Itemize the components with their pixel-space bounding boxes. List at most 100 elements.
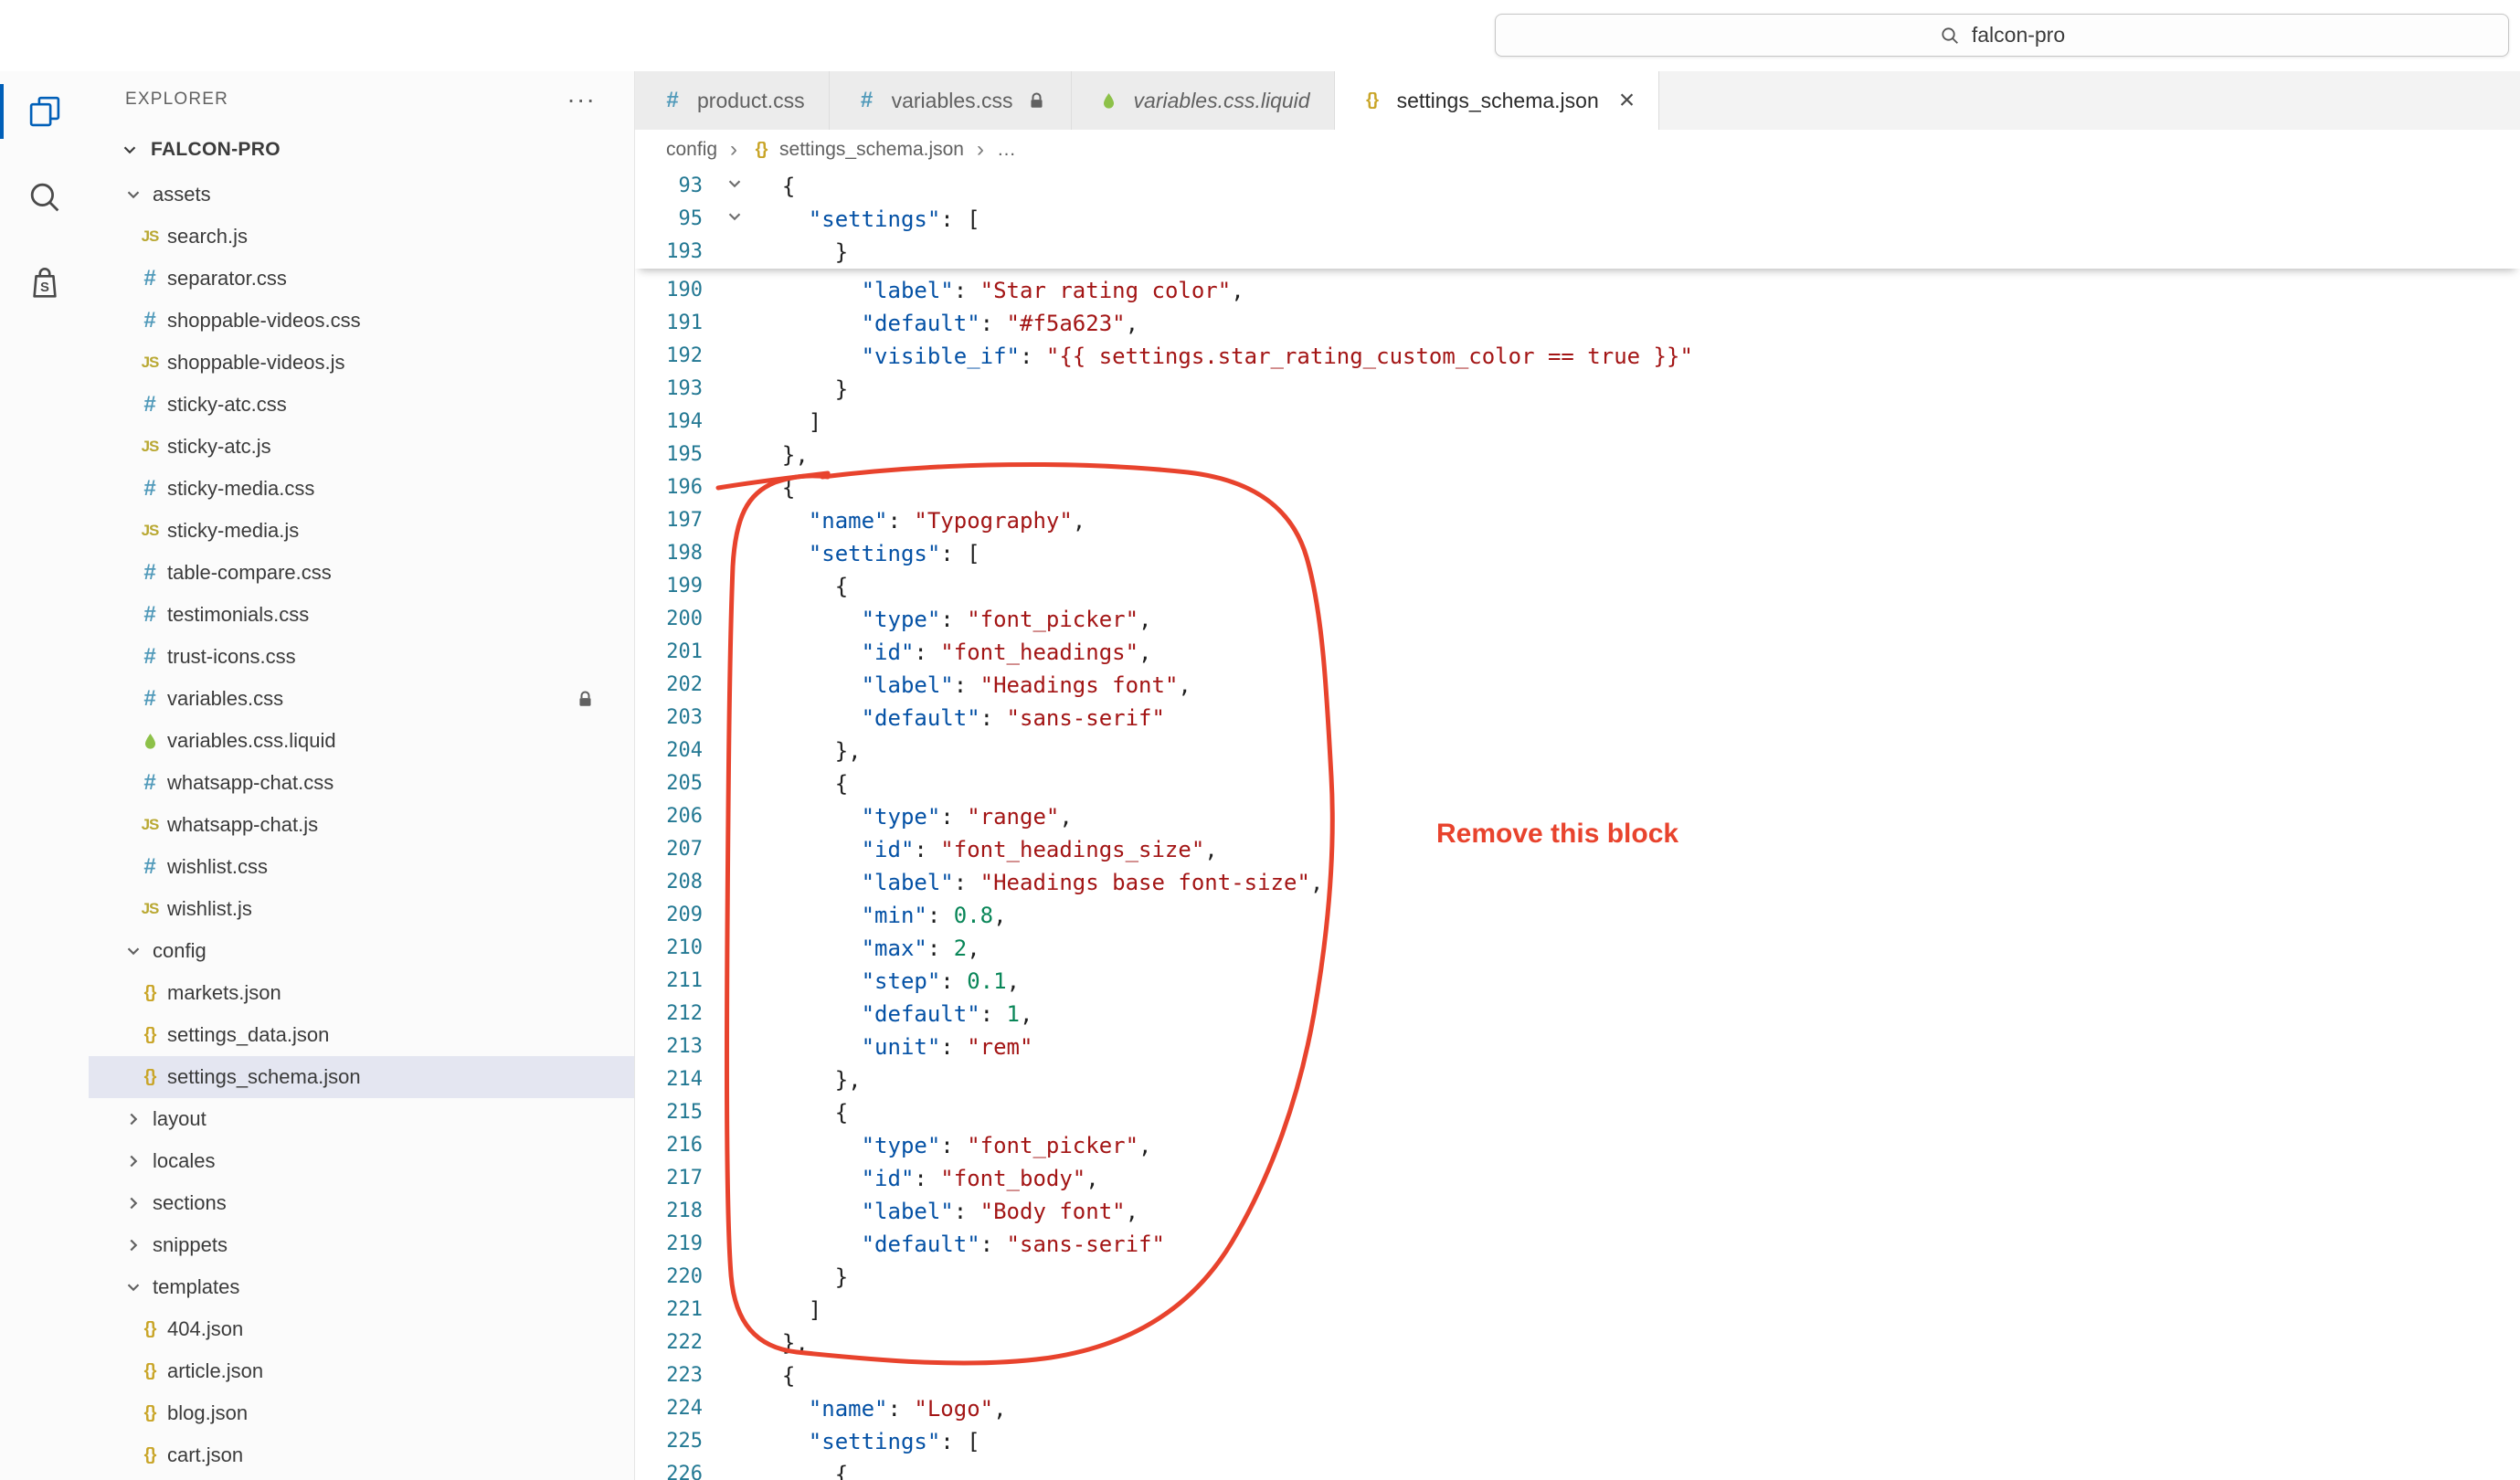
code-line-203[interactable]: 203 "default": "sans-serif" [635, 702, 2520, 735]
tree-item-assets[interactable]: assets [89, 174, 634, 216]
line-number: 195 [635, 439, 703, 471]
file-name: sticky-atc.js [167, 435, 271, 459]
more-actions-icon[interactable]: ··· [566, 90, 596, 109]
code-text: ] [756, 406, 821, 439]
tree-item-layout[interactable]: layout [89, 1098, 634, 1140]
code-line-95[interactable]: 95 "settings": [ [635, 203, 2520, 236]
shopify-extension-icon[interactable]: S [0, 247, 89, 320]
tree-item-sticky-media.js[interactable]: JSsticky-media.js [89, 510, 634, 552]
tree-item-blog.json[interactable]: {}blog.json [89, 1392, 634, 1434]
line-number: 222 [635, 1327, 703, 1359]
tab-variables.css[interactable]: #variables.css [830, 71, 1072, 130]
breadcrumb-item[interactable]: config [666, 139, 717, 161]
tree-item-shoppable-videos.css[interactable]: #shoppable-videos.css [89, 300, 634, 342]
tree-item-variables.css.liquid[interactable]: variables.css.liquid [89, 720, 634, 762]
code-line-222[interactable]: 222 }, [635, 1327, 2520, 1359]
tree-item-whatsapp-chat.css[interactable]: #whatsapp-chat.css [89, 762, 634, 804]
code-line-207[interactable]: 207 "id": "font_headings_size", [635, 833, 2520, 866]
code-editor[interactable]: 93 {95 "settings": [193 } 190 "label": "… [635, 170, 2520, 1480]
code-line-224[interactable]: 224 "name": "Logo", [635, 1392, 2520, 1425]
code-line-212[interactable]: 212 "default": 1, [635, 998, 2520, 1031]
code-line-193[interactable]: 193 } [635, 373, 2520, 406]
file-name: variables.css [167, 687, 283, 711]
tree-item-sticky-media.css[interactable]: #sticky-media.css [89, 468, 634, 510]
breadcrumb-item[interactable]: {}settings_schema.json [750, 139, 964, 161]
code-line-190[interactable]: 190 "label": "Star rating color", [635, 274, 2520, 307]
code-line-225[interactable]: 225 "settings": [ [635, 1425, 2520, 1458]
fold-chevron-icon[interactable] [725, 203, 745, 236]
workspace-root-row[interactable]: FALCON-PRO [89, 128, 634, 172]
code-line-219[interactable]: 219 "default": "sans-serif" [635, 1228, 2520, 1261]
css-file-icon: # [136, 602, 164, 628]
tree-item-article.json[interactable]: {}article.json [89, 1350, 634, 1392]
tree-item-settings_schema.json[interactable]: {}settings_schema.json [89, 1056, 634, 1098]
code-line-195[interactable]: 195 }, [635, 439, 2520, 471]
code-line-223[interactable]: 223 { [635, 1359, 2520, 1392]
tree-item-404.json[interactable]: {}404.json [89, 1308, 634, 1350]
tab-settings_schema.json[interactable]: {}settings_schema.json× [1335, 71, 1660, 130]
code-line-208[interactable]: 208 "label": "Headings base font-size", [635, 866, 2520, 899]
code-line-215[interactable]: 215 { [635, 1096, 2520, 1129]
tree-item-markets.json[interactable]: {}markets.json [89, 972, 634, 1014]
code-line-213[interactable]: 213 "unit": "rem" [635, 1031, 2520, 1063]
tree-item-wishlist.js[interactable]: JSwishlist.js [89, 888, 634, 930]
tab-product.css[interactable]: #product.css [635, 71, 830, 130]
tree-item-trust-icons.css[interactable]: #trust-icons.css [89, 636, 634, 678]
tree-item-sticky-atc.js[interactable]: JSsticky-atc.js [89, 426, 634, 468]
code-line-196[interactable]: 196 { [635, 471, 2520, 504]
tree-item-locales[interactable]: locales [89, 1140, 634, 1182]
code-line-193[interactable]: 193 } [635, 236, 2520, 269]
code-line-204[interactable]: 204 }, [635, 735, 2520, 767]
explorer-icon[interactable] [0, 75, 89, 148]
tree-item-config[interactable]: config [89, 930, 634, 972]
search-sidebar-icon[interactable] [0, 161, 89, 234]
tree-item-wishlist.css[interactable]: #wishlist.css [89, 846, 634, 888]
code-line-192[interactable]: 192 "visible_if": "{{ settings.star_rati… [635, 340, 2520, 373]
code-line-201[interactable]: 201 "id": "font_headings", [635, 636, 2520, 669]
code-line-221[interactable]: 221 ] [635, 1294, 2520, 1327]
tree-item-collection.bundle-builder.json[interactable]: {}collection.bundle-builder.json [89, 1476, 634, 1480]
code-line-191[interactable]: 191 "default": "#f5a623", [635, 307, 2520, 340]
breadcrumb-item[interactable]: … [997, 139, 1016, 161]
tree-item-shoppable-videos.js[interactable]: JSshoppable-videos.js [89, 342, 634, 384]
code-line-211[interactable]: 211 "step": 0.1, [635, 965, 2520, 998]
tree-item-sections[interactable]: sections [89, 1182, 634, 1224]
workspace-root-label: FALCON-PRO [151, 139, 281, 161]
code-line-205[interactable]: 205 { [635, 767, 2520, 800]
code-line-200[interactable]: 200 "type": "font_picker", [635, 603, 2520, 636]
tree-item-sticky-atc.css[interactable]: #sticky-atc.css [89, 384, 634, 426]
json-file-icon: {} [136, 1361, 164, 1381]
line-number: 202 [635, 669, 703, 702]
code-line-220[interactable]: 220 } [635, 1261, 2520, 1294]
tree-item-search.js[interactable]: JSsearch.js [89, 216, 634, 258]
code-line-198[interactable]: 198 "settings": [ [635, 537, 2520, 570]
command-center-search[interactable]: falcon-pro [1495, 14, 2509, 57]
code-line-194[interactable]: 194 ] [635, 406, 2520, 439]
code-line-218[interactable]: 218 "label": "Body font", [635, 1195, 2520, 1228]
code-text: "label": "Headings base font-size", [756, 866, 1323, 899]
code-line-93[interactable]: 93 { [635, 170, 2520, 203]
close-icon[interactable]: × [1619, 87, 1636, 114]
code-line-216[interactable]: 216 "type": "font_picker", [635, 1129, 2520, 1162]
tree-item-testimonials.css[interactable]: #testimonials.css [89, 594, 634, 636]
tree-item-table-compare.css[interactable]: #table-compare.css [89, 552, 634, 594]
tree-item-templates[interactable]: templates [89, 1266, 634, 1308]
code-line-226[interactable]: 226 { [635, 1458, 2520, 1480]
code-text: }, [756, 1327, 809, 1359]
code-line-209[interactable]: 209 "min": 0.8, [635, 899, 2520, 932]
code-line-199[interactable]: 199 { [635, 570, 2520, 603]
code-line-197[interactable]: 197 "name": "Typography", [635, 504, 2520, 537]
code-line-210[interactable]: 210 "max": 2, [635, 932, 2520, 965]
code-line-202[interactable]: 202 "label": "Headings font", [635, 669, 2520, 702]
tab-variables.css.liquid[interactable]: variables.css.liquid [1072, 71, 1335, 130]
tree-item-separator.css[interactable]: #separator.css [89, 258, 634, 300]
tree-item-variables.css[interactable]: #variables.css [89, 678, 634, 720]
tree-item-settings_data.json[interactable]: {}settings_data.json [89, 1014, 634, 1056]
fold-chevron-icon[interactable] [725, 170, 745, 203]
code-line-214[interactable]: 214 }, [635, 1063, 2520, 1096]
code-line-217[interactable]: 217 "id": "font_body", [635, 1162, 2520, 1195]
tree-item-whatsapp-chat.js[interactable]: JSwhatsapp-chat.js [89, 804, 634, 846]
code-line-206[interactable]: 206 "type": "range", [635, 800, 2520, 833]
tree-item-cart.json[interactable]: {}cart.json [89, 1434, 634, 1476]
tree-item-snippets[interactable]: snippets [89, 1224, 634, 1266]
